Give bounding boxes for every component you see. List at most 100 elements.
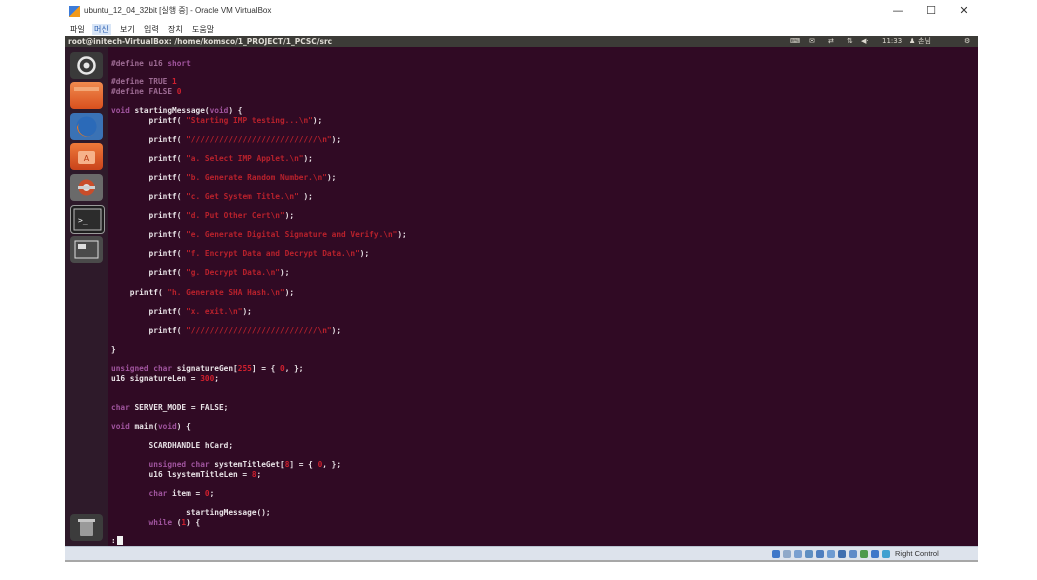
code-token: ; <box>209 489 215 498</box>
menu-view[interactable]: 보기 <box>118 24 137 35</box>
keyboard-indicator-icon[interactable]: ⌨ <box>790 36 800 47</box>
code-token: while <box>111 518 177 527</box>
code-token: "f. Encrypt Data and Decrypt Data.\n" <box>186 249 360 258</box>
code-line: u16 signatureLen = 300; <box>111 374 219 384</box>
code-line: printf( "b. Generate Random Number.\n"); <box>111 173 337 183</box>
code-line: } <box>111 345 116 355</box>
title-bar: ubuntu_12_04_32bit [실행 중] - Oracle VM Vi… <box>65 0 978 22</box>
network-indicator-icon[interactable]: ⇅ <box>847 36 853 47</box>
code-token: "///////////////////////////\n" <box>186 135 332 144</box>
code-token: printf( <box>111 288 168 297</box>
code-token: unsigned char <box>111 364 177 373</box>
code-token: ); <box>397 230 407 239</box>
menu-bar: 파일 머신 보기 입력 장치 도움말 <box>65 22 978 36</box>
host-key-label: Right Control <box>895 549 939 558</box>
code-token: ] = { <box>251 364 281 373</box>
code-token: u16 signatureLen = <box>111 374 201 383</box>
code-token: 0 <box>176 87 182 96</box>
trash-icon[interactable] <box>70 514 103 541</box>
code-token: ); <box>280 268 290 277</box>
code-token: 1 <box>172 77 177 86</box>
display-icon[interactable] <box>838 550 846 558</box>
code-token: short <box>167 59 191 68</box>
terminal-editor[interactable]: #define u16 short #define TRUE 1 #define F… <box>108 47 978 546</box>
ubuntu-dash-icon[interactable] <box>70 52 103 79</box>
system-settings-icon[interactable] <box>70 174 103 201</box>
code-token: ); <box>303 154 313 163</box>
harddisk-icon[interactable] <box>772 550 780 558</box>
code-token: unsigned char <box>111 460 215 469</box>
code-token: printf( <box>111 192 187 201</box>
cpu-icon[interactable] <box>860 550 868 558</box>
code-token: ); <box>298 192 313 201</box>
code-token: printf( <box>111 211 187 220</box>
code-line: printf( "f. Encrypt Data and Decrypt Dat… <box>111 249 370 259</box>
code-token: SERVER_MODE = FALSE; <box>134 403 229 412</box>
code-line: u16 lsystemTitleLen = 8; <box>111 470 262 480</box>
code-token: "c. Get System Title.\n" <box>186 192 299 201</box>
firefox-icon[interactable] <box>70 113 103 140</box>
text-cursor <box>117 536 123 545</box>
keyboard-capture-icon[interactable] <box>882 550 890 558</box>
code-token: ) { <box>228 106 243 115</box>
sound-indicator-icon[interactable]: ◀· <box>861 36 869 47</box>
code-token: #define u16 <box>111 59 168 68</box>
code-token: ); <box>312 116 323 125</box>
code-token: ; <box>214 374 219 383</box>
user-icon[interactable]: ♟ <box>909 36 915 47</box>
battery-indicator-icon[interactable]: ⇄ <box>828 36 834 47</box>
code-line: unsigned char signatureGen[255] = { 0, }… <box>111 364 304 374</box>
optical-drive-icon[interactable] <box>783 550 791 558</box>
menu-machine[interactable]: 머신 <box>92 24 111 35</box>
terminal-icon[interactable]: >_ <box>70 205 105 234</box>
code-line: while (1) { <box>111 518 201 528</box>
video-capture-icon[interactable] <box>849 550 857 558</box>
code-token: void <box>111 422 135 431</box>
code-view[interactable]: #define u16 short #define TRUE 1 #define F… <box>108 47 978 546</box>
network-icon[interactable] <box>805 550 813 558</box>
code-token: #define TRUE <box>111 77 173 86</box>
code-token: ); <box>242 307 252 316</box>
software-center-icon[interactable]: A <box>70 143 103 170</box>
mouse-integration-icon[interactable] <box>871 550 879 558</box>
menu-help[interactable]: 도움말 <box>190 24 216 35</box>
code-line: #define TRUE 1 <box>111 77 177 87</box>
code-token: ) { <box>186 518 201 527</box>
usb-icon[interactable] <box>816 550 824 558</box>
code-token: signatureGen[ <box>176 364 238 373</box>
clock[interactable]: 11:33 <box>882 36 902 47</box>
menu-devices[interactable]: 장치 <box>166 24 185 35</box>
code-token: printf( <box>111 154 187 163</box>
menu-file[interactable]: 파일 <box>68 24 87 35</box>
code-line: char SERVER_MODE = FALSE; <box>111 403 228 413</box>
user-name[interactable]: 손님 <box>918 36 931 47</box>
code-token: void <box>209 106 229 115</box>
virtualbox-window: ubuntu_12_04_32bit [실행 중] - Oracle VM Vi… <box>65 0 978 561</box>
code-token: "e. Generate Digital Signature and Verif… <box>186 230 398 239</box>
code-line: printf( "d. Put Other Cert\n"); <box>111 211 295 221</box>
maximize-button[interactable]: ☐ <box>922 4 940 18</box>
code-token: main( <box>134 422 158 431</box>
code-token: "g. Decrypt Data.\n" <box>186 268 280 277</box>
power-gear-icon[interactable]: ⚙ <box>964 36 970 47</box>
menu-input[interactable]: 입력 <box>142 24 161 35</box>
code-line: #define FALSE 0 <box>111 87 181 97</box>
workspace-icon[interactable] <box>70 236 103 263</box>
files-icon[interactable] <box>70 82 103 109</box>
shared-folder-icon[interactable] <box>827 550 835 558</box>
code-token: ) { <box>176 422 191 431</box>
code-token: void <box>111 106 135 115</box>
close-button[interactable]: ✕ <box>955 4 973 18</box>
code-token: ); <box>284 288 295 297</box>
svg-text:A: A <box>84 154 90 163</box>
code-line: printf( "///////////////////////////\n")… <box>111 326 341 336</box>
code-token: u16 lsystemTitleLen = <box>111 470 252 479</box>
mail-indicator-icon[interactable]: ✉ <box>809 36 815 47</box>
code-token: , }; <box>322 460 342 469</box>
audio-icon[interactable] <box>794 550 802 558</box>
code-line: char item = 0; <box>111 489 215 499</box>
minimize-button[interactable]: — <box>889 4 907 18</box>
code-line: void main(void) { <box>111 422 191 432</box>
code-line: printf( "h. Generate SHA Hash.\n"); <box>111 288 294 298</box>
virtualbox-logo-icon <box>69 6 80 17</box>
